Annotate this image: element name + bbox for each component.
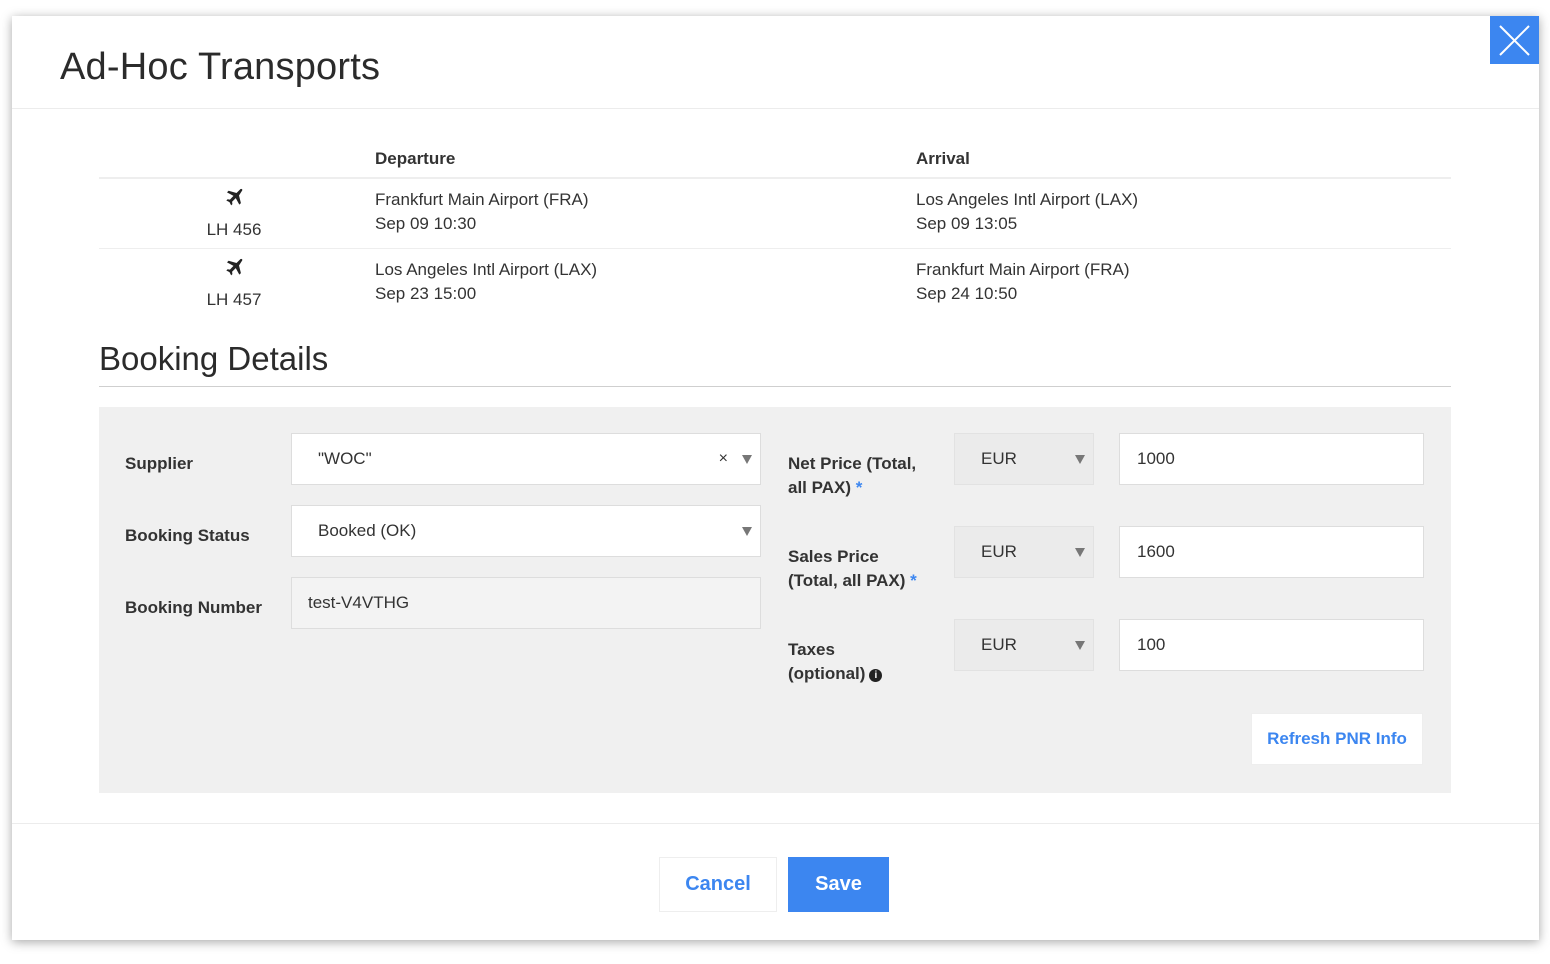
clear-icon[interactable]: × [719, 434, 728, 484]
taxes-currency: EUR [981, 635, 1017, 654]
arrival-header: Arrival [916, 149, 970, 168]
ad-hoc-transports-modal: Ad-Hoc Transports Departure Arrival LH 4… [12, 16, 1539, 940]
supplier-select[interactable]: "WOC" × [291, 433, 761, 485]
flight-code: LH 456 [206, 220, 262, 239]
booking-status-select[interactable]: Booked (OK) [291, 505, 761, 557]
net-price-label: Net Price (Total, all PAX) * [788, 452, 916, 500]
booking-status-label: Booking Status [125, 526, 250, 545]
info-icon[interactable]: i [869, 669, 883, 682]
airplane-icon [226, 188, 243, 206]
booking-details-title: Booking Details [99, 340, 1451, 387]
supplier-label: Supplier [125, 454, 194, 473]
refresh-pnr-info-button[interactable]: Refresh PNR Info [1251, 713, 1423, 765]
taxes-label-line1: Taxes [788, 640, 835, 659]
chevron-down-icon [742, 455, 752, 464]
sales-price-input[interactable]: 1600 [1119, 526, 1424, 578]
taxes-label-line2: (optional) [788, 664, 866, 683]
booking-details-panel: Supplier "WOC" × Booking Status Booked (… [99, 407, 1451, 793]
modal-header: Ad-Hoc Transports [12, 16, 1539, 109]
modal-title: Ad-Hoc Transports [60, 46, 381, 88]
taxes-label: Taxes (optional) i [788, 638, 883, 686]
arrival-place: Los Angeles Intl Airport (LAX) [916, 190, 1139, 209]
departure-header: Departure [375, 149, 456, 168]
sales-price-currency-select[interactable]: EUR [954, 526, 1094, 578]
departure-cell: Los Angeles Intl Airport (LAX) Sep 23 15… [375, 258, 597, 306]
flight-table-header: Departure Arrival [99, 143, 1451, 179]
airplane-icon [226, 258, 243, 276]
cancel-button[interactable]: Cancel [659, 857, 777, 912]
departure-place: Los Angeles Intl Airport (LAX) [375, 260, 598, 279]
booking-number-label: Booking Number [125, 598, 262, 617]
save-button[interactable]: Save [788, 857, 889, 912]
chevron-down-icon [1075, 641, 1085, 650]
arrival-place: Frankfurt Main Airport (FRA) [916, 260, 1130, 279]
departure-place: Frankfurt Main Airport (FRA) [375, 190, 589, 209]
net-price-input[interactable]: 1000 [1119, 433, 1424, 485]
flight-table: Departure Arrival LH 456 Frankfurt Main … [99, 143, 1451, 319]
booking-number-field[interactable]: test-V4VTHG [291, 577, 761, 629]
chevron-down-icon [1075, 455, 1085, 464]
taxes-currency-select[interactable]: EUR [954, 619, 1094, 671]
supplier-value: "WOC" [318, 449, 372, 468]
sales-price-label-line2: (Total, all PAX) [788, 571, 906, 590]
chevron-down-icon [1075, 548, 1085, 557]
required-marker: * [855, 478, 863, 497]
required-marker: * [910, 571, 917, 590]
sales-price-label: Sales Price (Total, all PAX) * [788, 545, 917, 593]
sales-price-currency: EUR [981, 542, 1017, 561]
net-price-currency: EUR [981, 449, 1017, 468]
net-price-currency-select[interactable]: EUR [954, 433, 1094, 485]
close-button[interactable] [1490, 16, 1539, 64]
departure-cell: Frankfurt Main Airport (FRA) Sep 09 10:3… [375, 188, 589, 236]
modal-footer: Cancel Save [12, 823, 1539, 940]
taxes-input[interactable]: 100 [1119, 619, 1424, 671]
net-price-label-line1: Net Price (Total, [788, 454, 917, 473]
arrival-cell: Los Angeles Intl Airport (LAX) Sep 09 13… [916, 188, 1138, 236]
flight-code: LH 457 [206, 290, 262, 309]
booking-status-value: Booked (OK) [318, 521, 417, 540]
table-row: LH 456 Frankfurt Main Airport (FRA) Sep … [99, 179, 1451, 249]
arrival-time: Sep 09 13:05 [916, 214, 1018, 233]
arrival-time: Sep 24 10:50 [916, 284, 1018, 303]
departure-time: Sep 09 10:30 [375, 214, 477, 233]
table-row: LH 457 Los Angeles Intl Airport (LAX) Se… [99, 249, 1451, 319]
departure-time: Sep 23 15:00 [375, 284, 477, 303]
close-icon [1499, 25, 1530, 56]
chevron-down-icon [742, 527, 752, 536]
sales-price-label-line1: Sales Price [788, 547, 879, 566]
net-price-label-line2: all PAX) [788, 478, 851, 497]
arrival-cell: Frankfurt Main Airport (FRA) Sep 24 10:5… [916, 258, 1130, 306]
